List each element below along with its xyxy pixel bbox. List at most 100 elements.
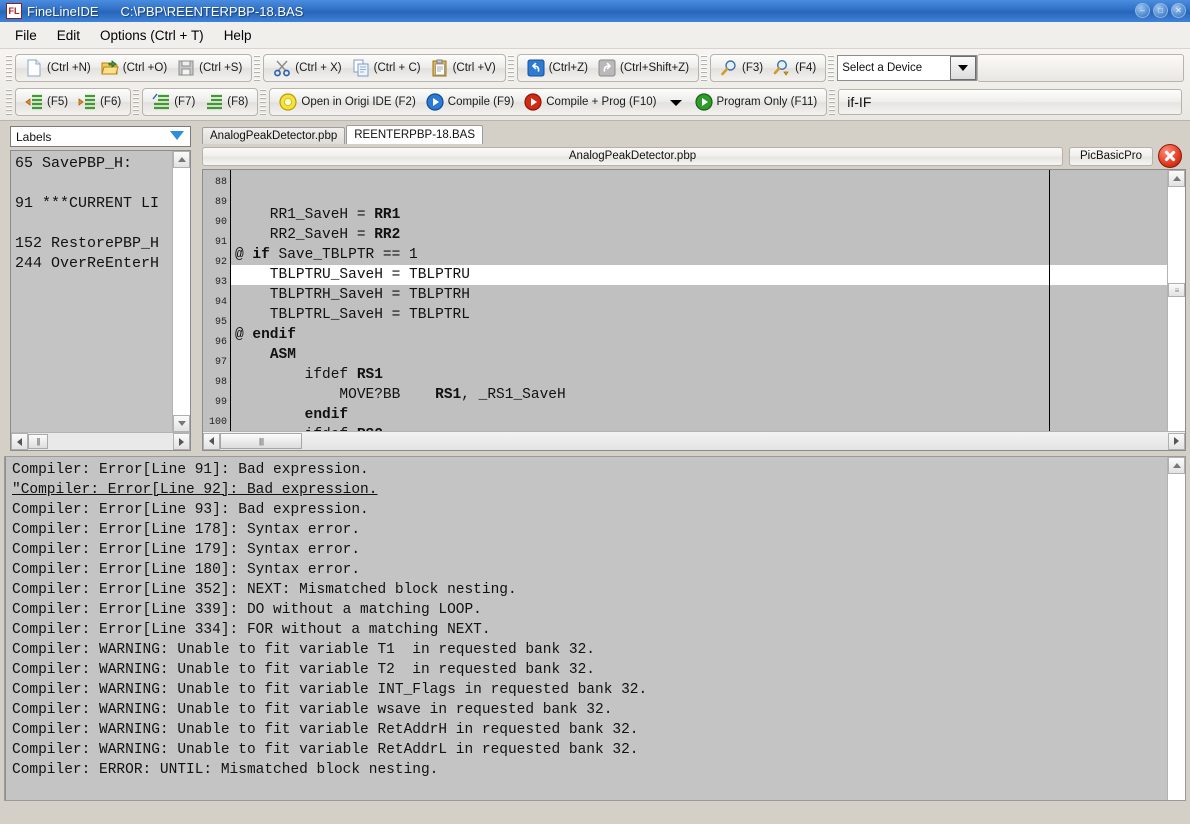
- tab-analogpeakdetector[interactable]: AnalogPeakDetector.pbp: [202, 127, 345, 144]
- code-keyword: RR2: [374, 227, 400, 243]
- compile-button[interactable]: Compile (F9): [421, 90, 519, 114]
- toolbar-grip[interactable]: [6, 55, 12, 81]
- editor-path-bar[interactable]: AnalogPeakDetector.pbp: [202, 147, 1063, 166]
- console-line[interactable]: Compiler: Error[Line 178]: Syntax error.: [12, 520, 1167, 540]
- code-line[interactable]: ifdef RS2: [231, 425, 1167, 431]
- close-button[interactable]: ✕: [1171, 3, 1186, 18]
- code-line[interactable]: TBLPTRU_SaveH = TBLPTRU: [231, 265, 1167, 285]
- undo-button[interactable]: (Ctrl+Z): [522, 56, 593, 80]
- code-line[interactable]: endif: [231, 405, 1167, 425]
- code-line[interactable]: TBLPTRH_SaveH = TBLPTRH: [231, 285, 1167, 305]
- new-file-button[interactable]: (Ctrl +N): [20, 56, 96, 80]
- console-line[interactable]: Compiler: WARNING: Unable to fit variabl…: [12, 640, 1167, 660]
- menu-file[interactable]: File: [6, 25, 46, 46]
- open-file-button[interactable]: (Ctrl +O): [96, 56, 172, 80]
- save-file-button[interactable]: (Ctrl +S): [172, 56, 247, 80]
- code-line[interactable]: MOVE?BB RS1, _RS1_SaveH: [231, 385, 1167, 405]
- console-line[interactable]: Compiler: Error[Line 91]: Bad expression…: [12, 460, 1167, 480]
- indent-left-button[interactable]: (F6): [73, 90, 126, 114]
- console-line[interactable]: Compiler: Error[Line 352]: NEXT: Mismatc…: [12, 580, 1167, 600]
- list-item: [15, 174, 172, 194]
- toolbar2-grip-2[interactable]: [133, 89, 139, 115]
- editor-scroll-right-button[interactable]: [1168, 433, 1185, 450]
- copy-button[interactable]: (Ctrl + C): [347, 56, 426, 80]
- labels-list[interactable]: 65 SavePBP_H: 91 ***CURRENT LI 152 Resto…: [11, 151, 172, 432]
- compile-and-program-button[interactable]: Compile + Prog (F10): [519, 90, 661, 114]
- toolbar2-grip-4[interactable]: [829, 89, 835, 115]
- indent-right-button[interactable]: (F5): [20, 90, 73, 114]
- console-line[interactable]: Compiler: WARNING: Unable to fit variabl…: [12, 660, 1167, 680]
- toolbar-grip-5[interactable]: [828, 55, 834, 81]
- paste-button[interactable]: (Ctrl +V): [426, 56, 501, 80]
- editor-horizontal-scrollbar[interactable]: ||||: [203, 431, 1185, 450]
- console-line[interactable]: Compiler: WARNING: Unable to fit variabl…: [12, 700, 1167, 720]
- picbasicpro-button[interactable]: PicBasicPro: [1069, 147, 1153, 166]
- labels-horizontal-scrollbar[interactable]: |||: [11, 432, 190, 450]
- code-line[interactable]: ifdef RS1: [231, 365, 1167, 385]
- editor-scroll-left-button[interactable]: [203, 433, 220, 450]
- cut-button[interactable]: (Ctrl + X): [268, 56, 346, 80]
- list-item[interactable]: 91 ***CURRENT LI: [15, 194, 172, 214]
- code-line[interactable]: RR2_SaveH = RR2: [231, 225, 1167, 245]
- minimize-button[interactable]: –: [1135, 3, 1150, 18]
- menu-edit[interactable]: Edit: [48, 25, 89, 46]
- comment-button[interactable]: (F7): [147, 90, 200, 114]
- menu-help[interactable]: Help: [215, 25, 261, 46]
- console-line[interactable]: Compiler: Error[Line 339]: DO without a …: [12, 600, 1167, 620]
- editor-vscroll-thumb[interactable]: ≡: [1168, 283, 1185, 297]
- toolbar-grip-3[interactable]: [508, 55, 514, 81]
- console-line[interactable]: Compiler: Error[Line 334]: FOR without a…: [12, 620, 1167, 640]
- scroll-left-button[interactable]: [11, 433, 28, 450]
- console-line[interactable]: "Compiler: Error[Line 92]: Bad expressio…: [12, 480, 1167, 500]
- program-only-button[interactable]: Program Only (F11): [690, 90, 823, 114]
- toolbar2-grip[interactable]: [6, 89, 12, 115]
- close-circle-icon[interactable]: [1158, 144, 1182, 168]
- build-dropdown-button[interactable]: [662, 90, 690, 114]
- code-line[interactable]: ASM: [231, 345, 1167, 365]
- toolbar-grip-4[interactable]: [701, 55, 707, 81]
- labels-combo[interactable]: Labels: [10, 126, 191, 147]
- list-item[interactable]: 244 OverReEnterH: [15, 254, 172, 274]
- editor-hscroll-thumb[interactable]: ||||: [220, 433, 302, 449]
- device-select[interactable]: Select a Device: [837, 55, 977, 81]
- grip-dots-icon: ≡: [1175, 286, 1179, 295]
- editor-scroll-up-button[interactable]: [1168, 170, 1185, 187]
- menu-options[interactable]: Options (Ctrl + T): [91, 25, 213, 46]
- code-text-area[interactable]: RR1_SaveH = RR1 RR2_SaveH = RR2@ if Save…: [231, 170, 1167, 431]
- console-line[interactable]: Compiler: Error[Line 93]: Bad expression…: [12, 500, 1167, 520]
- console-vertical-scrollbar[interactable]: [1167, 457, 1185, 800]
- code-line[interactable]: RR1_SaveH = RR1: [231, 205, 1167, 225]
- scroll-right-button[interactable]: [173, 433, 190, 450]
- labels-vertical-scrollbar[interactable]: [172, 151, 190, 432]
- labels-hscroll-thumb[interactable]: |||: [28, 434, 48, 449]
- list-item[interactable]: 152 RestorePBP_H: [15, 234, 172, 254]
- scroll-right-icon: [1174, 437, 1179, 445]
- device-select-arrow[interactable]: [950, 56, 976, 80]
- code-line[interactable]: @ if Save_TBLPTR == 1: [231, 245, 1167, 265]
- find-button[interactable]: (F3): [715, 56, 768, 80]
- console-line[interactable]: Compiler: WARNING: Unable to fit variabl…: [12, 680, 1167, 700]
- code-text: ifdef: [235, 427, 357, 431]
- scroll-up-button[interactable]: [173, 151, 190, 168]
- compiler-output-text[interactable]: Compiler: Error[Line 91]: Bad expression…: [5, 457, 1167, 800]
- tab-reenterpbp[interactable]: REENTERPBP-18.BAS: [346, 125, 483, 144]
- find-next-button[interactable]: (F4): [768, 56, 821, 80]
- code-line[interactable]: TBLPTRL_SaveH = TBLPTRL: [231, 305, 1167, 325]
- console-line[interactable]: Compiler: Error[Line 179]: Syntax error.: [12, 540, 1167, 560]
- open-in-origi-ide-button[interactable]: Open in Origi IDE (F2): [274, 90, 420, 114]
- console-scroll-up-button[interactable]: [1168, 457, 1185, 474]
- redo-button[interactable]: (Ctrl+Shift+Z): [593, 56, 694, 80]
- console-line[interactable]: Compiler: WARNING: Unable to fit variabl…: [12, 720, 1167, 740]
- scroll-down-button[interactable]: [173, 415, 190, 432]
- console-line[interactable]: Compiler: Error[Line 180]: Syntax error.: [12, 560, 1167, 580]
- code-line[interactable]: @ endif: [231, 325, 1167, 345]
- uncomment-button[interactable]: (F8): [200, 90, 253, 114]
- status-field[interactable]: if-IF: [838, 89, 1182, 115]
- editor-vertical-scrollbar[interactable]: ≡: [1167, 170, 1185, 431]
- console-line[interactable]: Compiler: WARNING: Unable to fit variabl…: [12, 740, 1167, 760]
- maximize-button[interactable]: □: [1153, 3, 1168, 18]
- console-line[interactable]: Compiler: ERROR: UNTIL: Mismatched block…: [12, 760, 1167, 780]
- toolbar-grip-2[interactable]: [254, 55, 260, 81]
- list-item[interactable]: 65 SavePBP_H:: [15, 154, 172, 174]
- toolbar2-grip-3[interactable]: [260, 89, 266, 115]
